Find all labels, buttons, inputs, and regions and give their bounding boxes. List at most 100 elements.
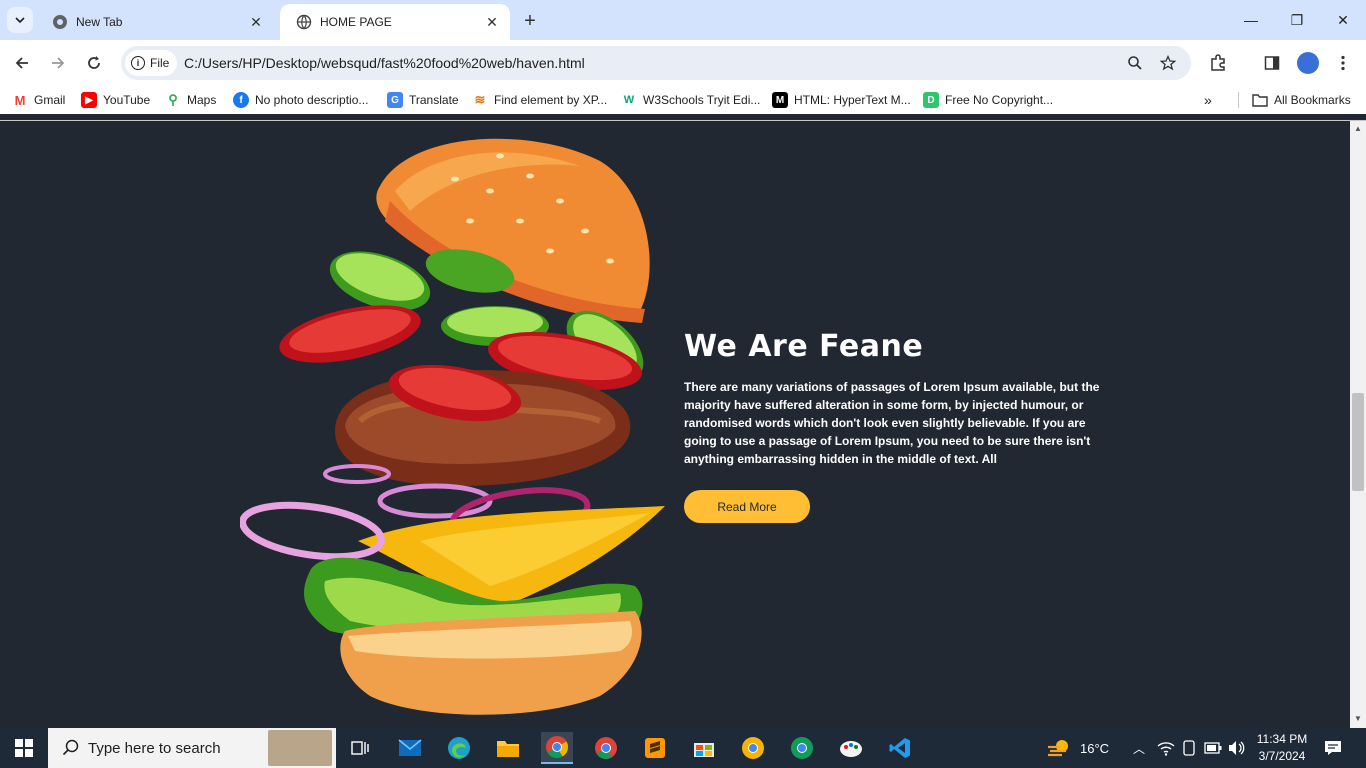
- wifi-icon[interactable]: [1157, 728, 1175, 768]
- battery-icon[interactable]: [1204, 728, 1222, 768]
- weather-temperature: 16°C: [1080, 740, 1110, 756]
- site-info-label: File: [150, 56, 170, 70]
- about-heading: We Are Feane: [684, 329, 924, 364]
- bookmark-label: All Bookmarks: [1274, 93, 1351, 107]
- gmail-icon: M: [14, 92, 26, 108]
- bookmark-youtube[interactable]: ▶ YouTube: [81, 92, 150, 108]
- bookmark-label: Find element by XP...: [494, 93, 608, 107]
- xpath-icon: ≋: [474, 92, 486, 107]
- side-panel-icon[interactable]: [1261, 52, 1283, 74]
- browser-toolbar: i File C:/Users/HP/Desktop/websqud/fast%…: [0, 40, 1366, 86]
- scrollbar-thumb[interactable]: [1352, 393, 1364, 491]
- chrome-icon: [53, 15, 67, 29]
- facebook-icon: f: [233, 92, 249, 108]
- paint-icon[interactable]: [835, 732, 867, 764]
- new-tab-button[interactable]: +: [518, 9, 542, 33]
- system-clock[interactable]: 11:34 PM 3/7/2024: [1252, 731, 1312, 765]
- file-explorer-icon[interactable]: [492, 732, 524, 764]
- address-bar[interactable]: i File C:/Users/HP/Desktop/websqud/fast%…: [121, 46, 1191, 80]
- bookmark-gmail[interactable]: M Gmail: [12, 92, 66, 108]
- close-window-icon[interactable]: ✕: [1320, 0, 1366, 40]
- scroll-down-arrow-icon[interactable]: ▼: [1354, 715, 1362, 723]
- tab-title: HOME PAGE: [320, 15, 392, 29]
- clock-time: 11:34 PM: [1256, 732, 1308, 746]
- close-icon[interactable]: ✕: [246, 12, 266, 32]
- divider: [1238, 92, 1239, 108]
- bookmark-label: HTML: HyperText M...: [794, 93, 911, 107]
- zoom-icon[interactable]: [1125, 53, 1145, 73]
- bookmark-label: Free No Copyright...: [945, 93, 1054, 107]
- sublime-text-icon[interactable]: [639, 732, 671, 764]
- chevron-down-icon: [15, 17, 25, 24]
- weather-widget[interactable]: 16°C: [1046, 728, 1109, 768]
- translate-icon: G: [387, 92, 403, 108]
- vscode-icon[interactable]: [884, 732, 916, 764]
- bookmarks-bar: M Gmail ▶ YouTube ⚲ Maps f No photo desc…: [0, 86, 1366, 114]
- about-text-block: We Are Feane There are many variations o…: [684, 329, 1114, 468]
- about-section: We Are Feane There are many variations o…: [0, 121, 1350, 728]
- close-icon[interactable]: ✕: [482, 12, 502, 32]
- more-bookmarks-chevron-icon[interactable]: »: [1204, 92, 1212, 108]
- chevron-up-icon[interactable]: ︿: [1133, 728, 1145, 768]
- restore-icon[interactable]: ❐: [1274, 0, 1320, 40]
- bookmark-pixabay[interactable]: D Free No Copyright...: [923, 92, 1053, 108]
- bookmark-w3schools[interactable]: W W3Schools Tryit Edi...: [621, 92, 761, 108]
- bookmark-translate[interactable]: G Translate: [387, 92, 459, 108]
- bookmark-label: W3Schools Tryit Edi...: [643, 93, 761, 107]
- bookmark-label: YouTube: [103, 93, 151, 107]
- menu-kebab-icon[interactable]: [1332, 52, 1354, 74]
- notification-icon[interactable]: [1324, 728, 1342, 768]
- bookmark-label: Gmail: [34, 93, 66, 107]
- bookmark-mdn[interactable]: M HTML: HyperText M...: [772, 92, 911, 108]
- mail-icon[interactable]: [394, 732, 426, 764]
- info-icon: i: [131, 56, 145, 70]
- clock-date: 3/7/2024: [1258, 749, 1306, 763]
- tab-new-tab[interactable]: New Tab ✕: [36, 4, 274, 40]
- task-view-icon[interactable]: [344, 732, 376, 764]
- about-paragraph: There are many variations of passages of…: [684, 380, 1100, 466]
- search-icon: [62, 739, 79, 756]
- folder-icon: [1252, 92, 1268, 108]
- chrome-icon[interactable]: [541, 732, 573, 764]
- search-placeholder: Type here to search: [88, 739, 221, 757]
- bookmark-maps[interactable]: ⚲ Maps: [165, 92, 216, 108]
- mdn-icon: M: [772, 92, 788, 108]
- all-bookmarks[interactable]: All Bookmarks: [1252, 92, 1351, 108]
- bookmark-label: Translate: [409, 93, 459, 107]
- edge-icon[interactable]: [443, 732, 475, 764]
- scroll-up-arrow-icon[interactable]: ▲: [1354, 125, 1362, 133]
- forward-arrow-icon[interactable]: [44, 49, 72, 77]
- tab-strip: New Tab ✕ HOME PAGE ✕ + — ❐ ✕: [0, 0, 1366, 40]
- tab-home-page[interactable]: HOME PAGE ✕: [280, 4, 510, 40]
- device-icon[interactable]: [1182, 728, 1196, 768]
- reload-icon[interactable]: [80, 49, 108, 77]
- store-icon[interactable]: [688, 732, 720, 764]
- volume-icon[interactable]: [1227, 728, 1245, 768]
- chrome-profile-icon[interactable]: [590, 732, 622, 764]
- windows-taskbar: Type here to search 16°C ︿ 11:34 PM 3/7/…: [0, 728, 1366, 768]
- youtube-icon: ▶: [81, 92, 97, 108]
- read-more-button[interactable]: Read More: [684, 490, 810, 523]
- site-info-chip[interactable]: i File: [125, 50, 177, 76]
- w3schools-icon: W: [623, 94, 635, 106]
- chrome-profile-icon[interactable]: [737, 732, 769, 764]
- profile-avatar[interactable]: [1297, 52, 1319, 74]
- search-highlight-icon: [268, 730, 332, 766]
- chrome-profile-icon[interactable]: [786, 732, 818, 764]
- taskbar-search-box[interactable]: Type here to search: [48, 728, 336, 768]
- tab-search-button[interactable]: [7, 7, 33, 33]
- bookmark-star-icon[interactable]: [1158, 53, 1178, 73]
- tab-title: New Tab: [76, 15, 123, 29]
- extensions-icon[interactable]: [1207, 52, 1229, 74]
- page-scrollbar[interactable]: ▲ ▼: [1350, 121, 1366, 728]
- bookmark-xpath[interactable]: ≋ Find element by XP...: [472, 92, 608, 108]
- url-text[interactable]: C:/Users/HP/Desktop/websqud/fast%20food%…: [184, 55, 585, 71]
- minimize-icon[interactable]: —: [1228, 0, 1274, 40]
- globe-icon: [296, 14, 312, 30]
- bookmark-label: Maps: [187, 93, 217, 107]
- maps-icon: ⚲: [168, 92, 178, 107]
- burger-illustration: [240, 138, 665, 715]
- back-arrow-icon[interactable]: [8, 49, 36, 77]
- bookmark-facebook[interactable]: f No photo descriptio...: [233, 92, 368, 108]
- windows-start-icon[interactable]: [0, 728, 48, 768]
